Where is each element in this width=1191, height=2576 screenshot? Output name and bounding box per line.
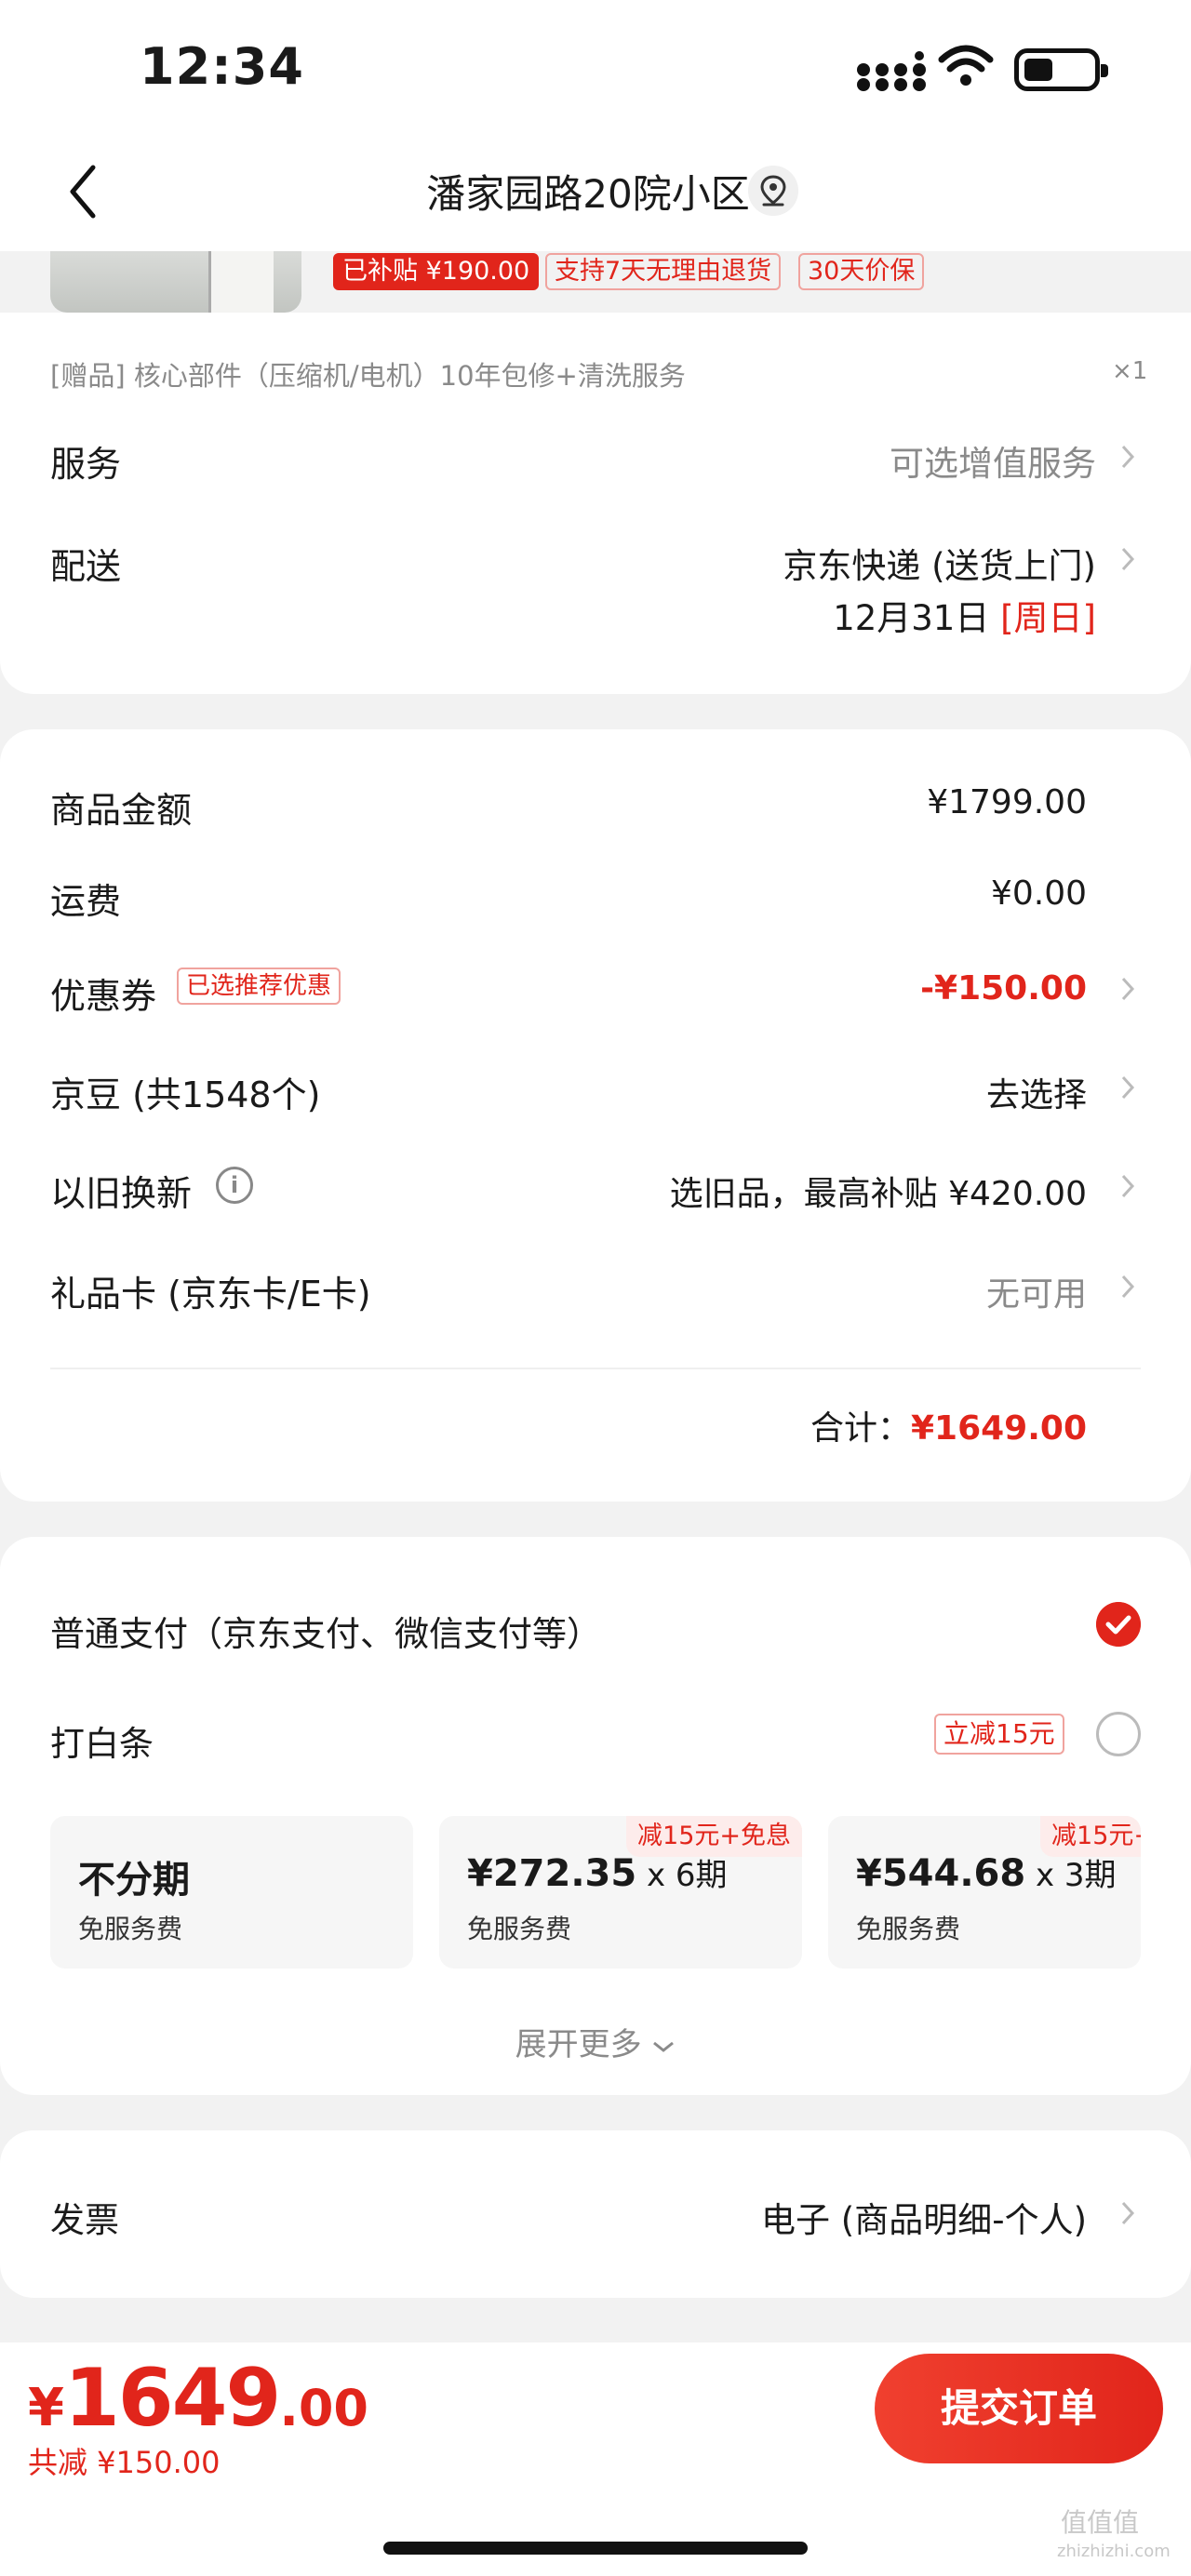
home-indicator[interactable] — [383, 2542, 808, 2555]
pay-total: ¥1649.00 — [28, 2352, 368, 2445]
delivery-date-text: 12月31日 — [833, 598, 990, 638]
delivery-date: 12月31日 [周日] — [651, 590, 1096, 640]
chevron-right-icon[interactable] — [1118, 2197, 1137, 2229]
plan-amount: ¥272.35 — [467, 1852, 637, 1895]
product-image[interactable] — [50, 251, 301, 313]
check-icon[interactable] — [1096, 1602, 1141, 1647]
plan-period: x 3期 — [1025, 1857, 1117, 1894]
delivery-method[interactable]: 京东快递 (送货上门) — [651, 538, 1096, 588]
goods-amount-label: 商品金额 — [50, 790, 193, 831]
chevron-right-icon[interactable] — [1118, 973, 1137, 1005]
plan-sub: 免服务费 — [467, 1914, 572, 1944]
address-title: 潘家园路20院小区 — [426, 171, 750, 217]
coupon-value[interactable]: -¥150.00 — [603, 969, 1087, 1008]
invoice-label: 发票 — [50, 2200, 119, 2240]
subsidy-tag: 已补贴 ¥190.00 — [333, 253, 540, 290]
plan-main: ¥272.35 x 6期 — [467, 1849, 728, 1895]
delivery-weekday: [周日] — [1000, 598, 1096, 638]
trade-in-label: 以旧换新 — [50, 1173, 193, 1214]
chevron-down-icon — [653, 2041, 675, 2052]
page-title[interactable]: 潘家园路20院小区 — [0, 163, 1191, 220]
location-icon[interactable] — [748, 166, 798, 216]
coupon-badge: 已选推荐优惠 — [177, 968, 341, 1005]
baitiao-label[interactable]: 打白条 — [50, 1715, 154, 1766]
plan-sub: 免服务费 — [78, 1914, 183, 1944]
chevron-right-icon[interactable] — [1118, 441, 1137, 473]
divider — [50, 1368, 1141, 1369]
submit-order-button[interactable]: 提交订单 — [875, 2354, 1163, 2463]
status-time: 12:34 — [140, 37, 304, 96]
plan-amount: 不分期 — [78, 1859, 190, 1902]
gift-text: [赠品] 核心部件（压缩机/电机）10年包修+清洗服务 — [50, 360, 686, 392]
expand-more-button[interactable]: 展开更多 — [0, 2019, 1191, 2064]
normal-pay-label[interactable]: 普通支付（京东支付、微信支付等） — [50, 1606, 601, 1656]
installment-option[interactable]: 减15元+免 ¥544.68 x 3期 免服务费 — [828, 1816, 1141, 1969]
total-decimal: .00 — [279, 2379, 368, 2437]
total-label: 合计： — [810, 1409, 911, 1448]
gift-card-label: 礼品卡 (京东卡/E卡) — [50, 1274, 371, 1315]
watermark: 值值值 — [1061, 2507, 1140, 2538]
chevron-right-icon[interactable] — [1118, 1170, 1137, 1202]
battery-icon — [1014, 48, 1108, 91]
freight-label: 运费 — [50, 881, 122, 922]
price-protect-tag: 30天价保 — [798, 253, 925, 290]
wifi-icon — [938, 45, 994, 86]
gift-card-value[interactable]: 无可用 — [603, 1267, 1087, 1315]
currency-symbol: ¥ — [28, 2378, 64, 2438]
plan-main: ¥544.68 x 3期 — [856, 1849, 1117, 1895]
gift-quantity: ×1 — [1112, 357, 1148, 385]
installment-option[interactable]: 不分期 免服务费 — [50, 1816, 413, 1969]
saved-amount: 共减 ¥150.00 — [28, 2445, 221, 2480]
plan-main: 不分期 — [78, 1849, 190, 1903]
chevron-right-icon[interactable] — [1118, 543, 1137, 575]
coupon-label: 优惠券 — [50, 976, 157, 1017]
freight-value: ¥0.00 — [990, 874, 1087, 913]
total-value: ¥1649.00 — [910, 1409, 1087, 1448]
installment-option[interactable]: 减15元+免息 ¥272.35 x 6期 免服务费 — [439, 1816, 802, 1969]
plan-amount: ¥544.68 — [856, 1852, 1026, 1895]
chevron-right-icon[interactable] — [1118, 1072, 1137, 1103]
total-integer: 1649 — [63, 2352, 281, 2445]
delivery-label: 配送 — [50, 546, 122, 587]
signal-icon — [857, 51, 926, 91]
invoice-value[interactable]: 电子 (商品明细-个人) — [558, 2192, 1087, 2242]
chevron-right-icon[interactable] — [1118, 1271, 1137, 1302]
total-row: 合计：¥1649.00 — [558, 1401, 1087, 1449]
goods-amount-value: ¥1799.00 — [927, 783, 1087, 821]
service-label: 服务 — [50, 444, 122, 485]
jd-bean-value[interactable]: 去选择 — [603, 1068, 1087, 1116]
baitiao-discount-badge: 立减15元 — [934, 1714, 1064, 1755]
service-value[interactable]: 可选增值服务 — [651, 435, 1096, 486]
return-policy-tag: 支持7天无理由退货 — [545, 253, 782, 290]
plan-sub: 免服务费 — [856, 1914, 961, 1944]
info-icon[interactable]: i — [216, 1167, 253, 1204]
watermark-url: zhizhizhi.com — [1057, 2542, 1171, 2561]
jd-bean-label: 京豆 (共1548个) — [50, 1074, 321, 1115]
expand-more-label: 展开更多 — [515, 2026, 642, 2063]
plan-period: x 6期 — [636, 1857, 728, 1894]
trade-in-value[interactable]: 选旧品，最高补贴 ¥420.00 — [521, 1167, 1087, 1215]
baitiao-radio[interactable] — [1096, 1712, 1141, 1756]
